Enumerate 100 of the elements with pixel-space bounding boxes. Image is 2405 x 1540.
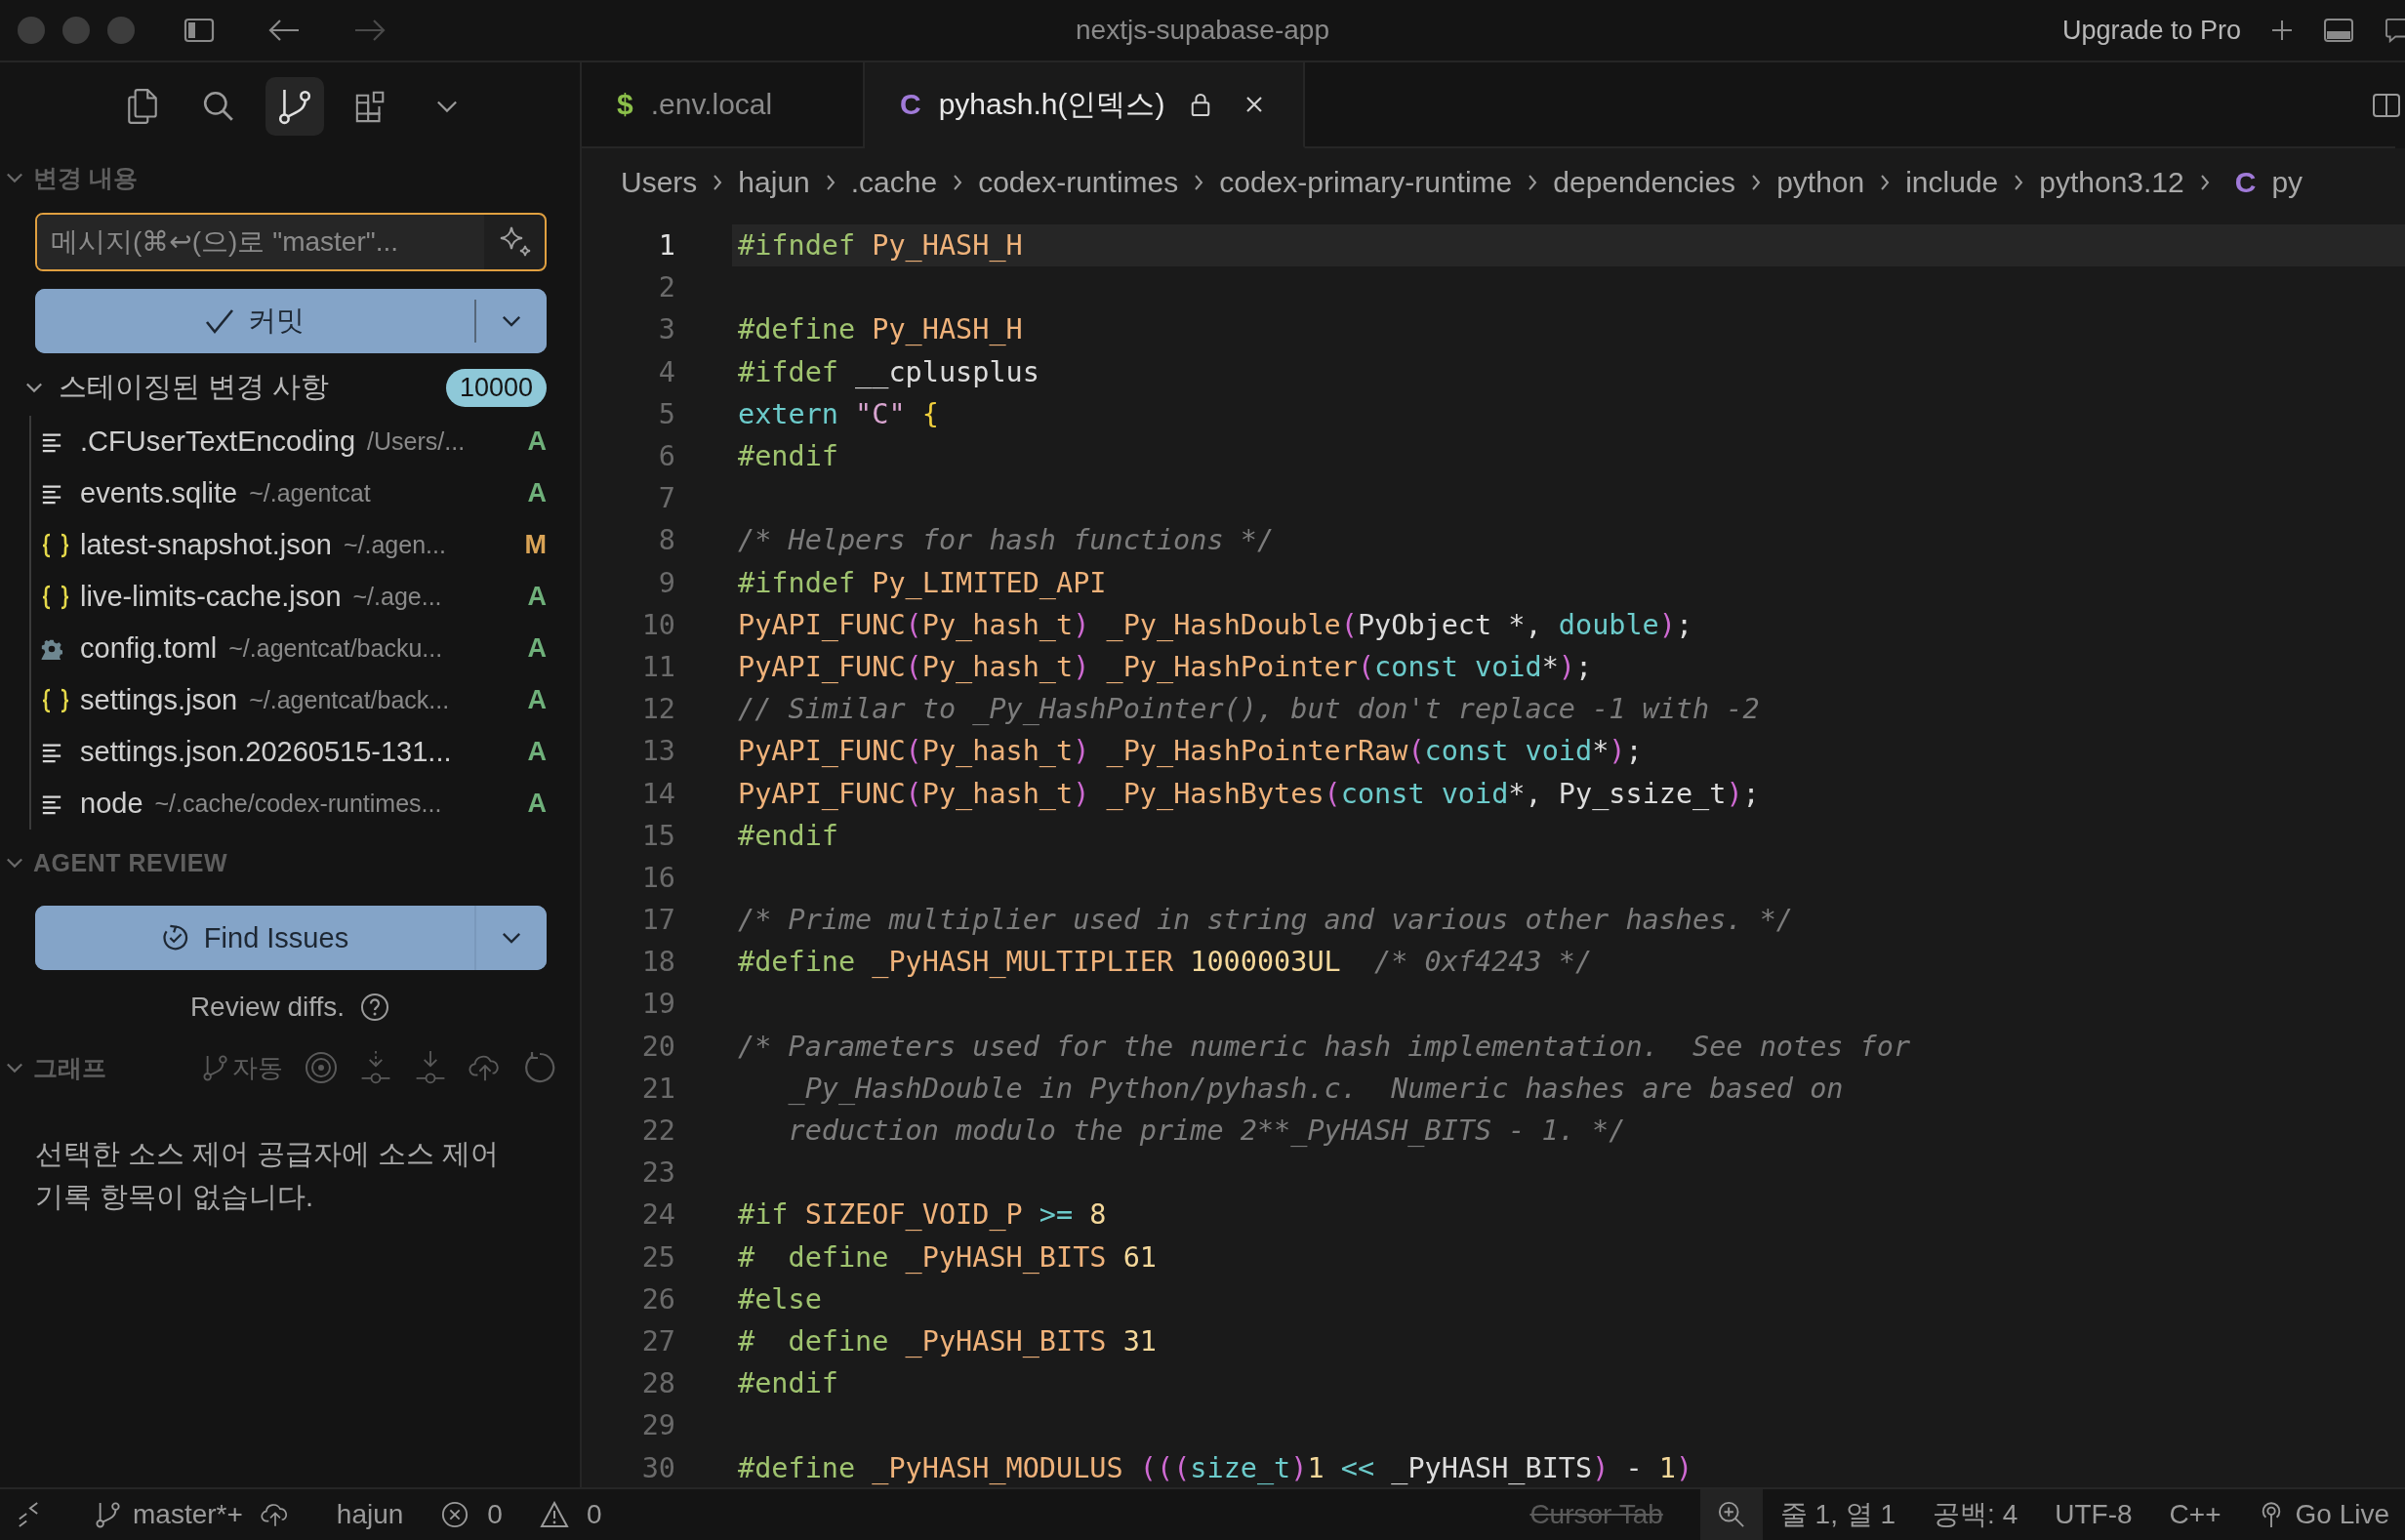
file-name: node xyxy=(80,788,143,820)
line-number: 26 xyxy=(640,1282,675,1316)
caret-icon xyxy=(502,314,521,328)
breadcrumb-item[interactable]: dependencies xyxy=(1553,166,1736,199)
files-icon[interactable] xyxy=(126,88,159,125)
file-name: events.sqlite xyxy=(80,477,238,509)
help-icon[interactable] xyxy=(360,993,390,1022)
encoding-status[interactable]: UTF-8 xyxy=(2055,1499,2133,1530)
panel-icon[interactable] xyxy=(2323,18,2354,43)
chevron-icon xyxy=(2014,174,2024,191)
file-status: A xyxy=(526,478,547,508)
line-number: 11 xyxy=(640,650,675,683)
zoom-in-icon xyxy=(1716,1501,1746,1528)
commit-message-field[interactable]: 메시지(⌘↩(으)로 "master"... xyxy=(35,213,547,271)
line-number: 13 xyxy=(640,735,675,768)
section-title: 그래프 xyxy=(33,1052,106,1083)
breadcrumb-item[interactable]: .cache xyxy=(850,166,938,199)
code-line: #endif xyxy=(738,440,838,473)
breadcrumb-item[interactable]: Users xyxy=(621,166,698,199)
remote-icon[interactable] xyxy=(18,1500,39,1529)
file-item[interactable]: latest-snapshot.json ~/.agen... M xyxy=(31,519,580,571)
chevron-icon[interactable] xyxy=(6,857,23,869)
file-status: M xyxy=(523,530,547,560)
braces-icon xyxy=(41,687,70,713)
line-number: 12 xyxy=(640,693,675,726)
editor-tab[interactable]: C pyhash.h(인덱스) xyxy=(865,62,1306,148)
breadcrumb-item[interactable]: python xyxy=(1776,166,1865,199)
file-status: A xyxy=(526,737,547,767)
breadcrumb-item[interactable]: py xyxy=(2271,166,2303,199)
staged-changes-title: 스테이징된 변경 사항 xyxy=(59,370,330,404)
breadcrumb-item[interactable]: python3.12 xyxy=(2039,166,2184,199)
line-number: 15 xyxy=(640,819,675,852)
caret-icon[interactable] xyxy=(436,100,458,113)
file-item[interactable]: .CFUserTextEncoding /Users/... A xyxy=(31,416,580,467)
language-status[interactable]: C++ xyxy=(2169,1499,2222,1530)
chevron-icon[interactable] xyxy=(25,382,43,393)
line-number: 21 xyxy=(640,1072,675,1105)
file-item[interactable]: node ~/.cache/codex-runtimes... A xyxy=(31,778,580,830)
line-number: 9 xyxy=(657,566,675,599)
plus-icon[interactable] xyxy=(2270,19,2294,42)
go-live-button[interactable]: Go Live xyxy=(2258,1499,2389,1530)
warning-icon[interactable] xyxy=(539,1501,569,1528)
close-icon[interactable] xyxy=(1244,95,1265,114)
braces-icon xyxy=(41,532,70,558)
code-line: /* Prime multiplier used in string and various other hashes. */ xyxy=(738,904,1793,937)
refresh-icon[interactable] xyxy=(523,1050,556,1085)
code-line: _Py_HashDouble in Python/pyhash.c. Numeric hashes are based on xyxy=(787,1072,1844,1105)
indentation-status[interactable]: 공백: 4 xyxy=(1933,1496,2018,1533)
source-control-view-button[interactable] xyxy=(265,77,324,136)
file-path: ~/.agentcat xyxy=(249,479,371,507)
line-number: 19 xyxy=(640,988,675,1021)
braces-icon xyxy=(41,584,70,610)
count-badge: 10000 xyxy=(445,368,547,407)
file-name: config.toml xyxy=(80,632,218,665)
code-line: /* Helpers for hash functions */ xyxy=(738,524,1275,557)
line-number: 30 xyxy=(640,1451,675,1484)
zoom-button[interactable] xyxy=(1699,1489,1763,1540)
file-path: ~/.agentcat/back... xyxy=(249,686,450,714)
line-number: 23 xyxy=(640,1156,675,1190)
line-number: 1 xyxy=(657,229,675,263)
code-line: extern "C" { xyxy=(738,397,939,430)
file-item[interactable]: settings.json ~/.agentcat/back... A xyxy=(31,674,580,726)
cloud-upload-icon[interactable] xyxy=(260,1501,290,1528)
branch-icon[interactable] xyxy=(278,88,311,125)
chevron-icon xyxy=(1528,174,1538,191)
file-item[interactable]: live-limits-cache.json ~/.age... A xyxy=(31,571,580,623)
upgrade-button[interactable]: Upgrade to Pro xyxy=(2061,15,2241,46)
sidebar-toggle-icon[interactable] xyxy=(183,18,215,43)
error-count: 0 xyxy=(487,1499,503,1530)
line-number: 20 xyxy=(640,1030,675,1063)
code-line: // Similar to _Py_HashPointer(), but don't replace -1 with -2 xyxy=(738,693,1760,726)
cursor-position[interactable]: 줄 1, 열 1 xyxy=(1779,1496,1896,1533)
chevron-icon[interactable] xyxy=(6,172,23,183)
code-line: PyAPI_FUNC(Py_hash_t) _Py_HashPointerRaw(const void*); xyxy=(738,735,1643,768)
file-item[interactable]: config.toml ~/.agentcat/backu... A xyxy=(31,623,580,674)
split-editor-icon[interactable] xyxy=(2372,93,2401,118)
chevron-icon[interactable] xyxy=(6,1062,23,1074)
file-path: ~/.age... xyxy=(352,583,442,611)
pull-icon[interactable] xyxy=(414,1050,447,1085)
back-arrow-icon[interactable] xyxy=(267,19,301,42)
file-item[interactable]: events.sqlite ~/.agentcat A xyxy=(31,467,580,519)
code-line: # define _PyHASH_BITS 61 xyxy=(738,1240,1157,1274)
line-number: 16 xyxy=(640,861,675,894)
file-name: live-limits-cache.json xyxy=(80,581,342,613)
branch-status[interactable]: master*+ xyxy=(96,1499,243,1530)
line-number: 14 xyxy=(640,777,675,810)
breadcrumb-item[interactable]: codex-primary-runtime xyxy=(1219,166,1513,199)
file-item[interactable]: settings.json.20260515-131... A xyxy=(31,726,580,778)
window-title: nextjs-supabase-app xyxy=(1076,15,1329,46)
code-line: PyAPI_FUNC(Py_hash_t) _Py_HashPointer(const void*); xyxy=(738,650,1593,683)
fetch-icon[interactable] xyxy=(359,1050,392,1085)
error-icon[interactable] xyxy=(440,1501,470,1528)
line-number: 8 xyxy=(657,524,675,557)
breadcrumb-item[interactable]: codex-runtimes xyxy=(978,166,1179,199)
breadcrumb-item[interactable]: hajun xyxy=(738,166,810,199)
breadcrumb-item[interactable]: include xyxy=(1905,166,1999,199)
user-name[interactable]: hajun xyxy=(336,1499,404,1530)
branch-icon xyxy=(96,1500,121,1529)
file-name: settings.json.20260515-131... xyxy=(80,736,452,768)
target-icon[interactable] xyxy=(305,1050,338,1085)
